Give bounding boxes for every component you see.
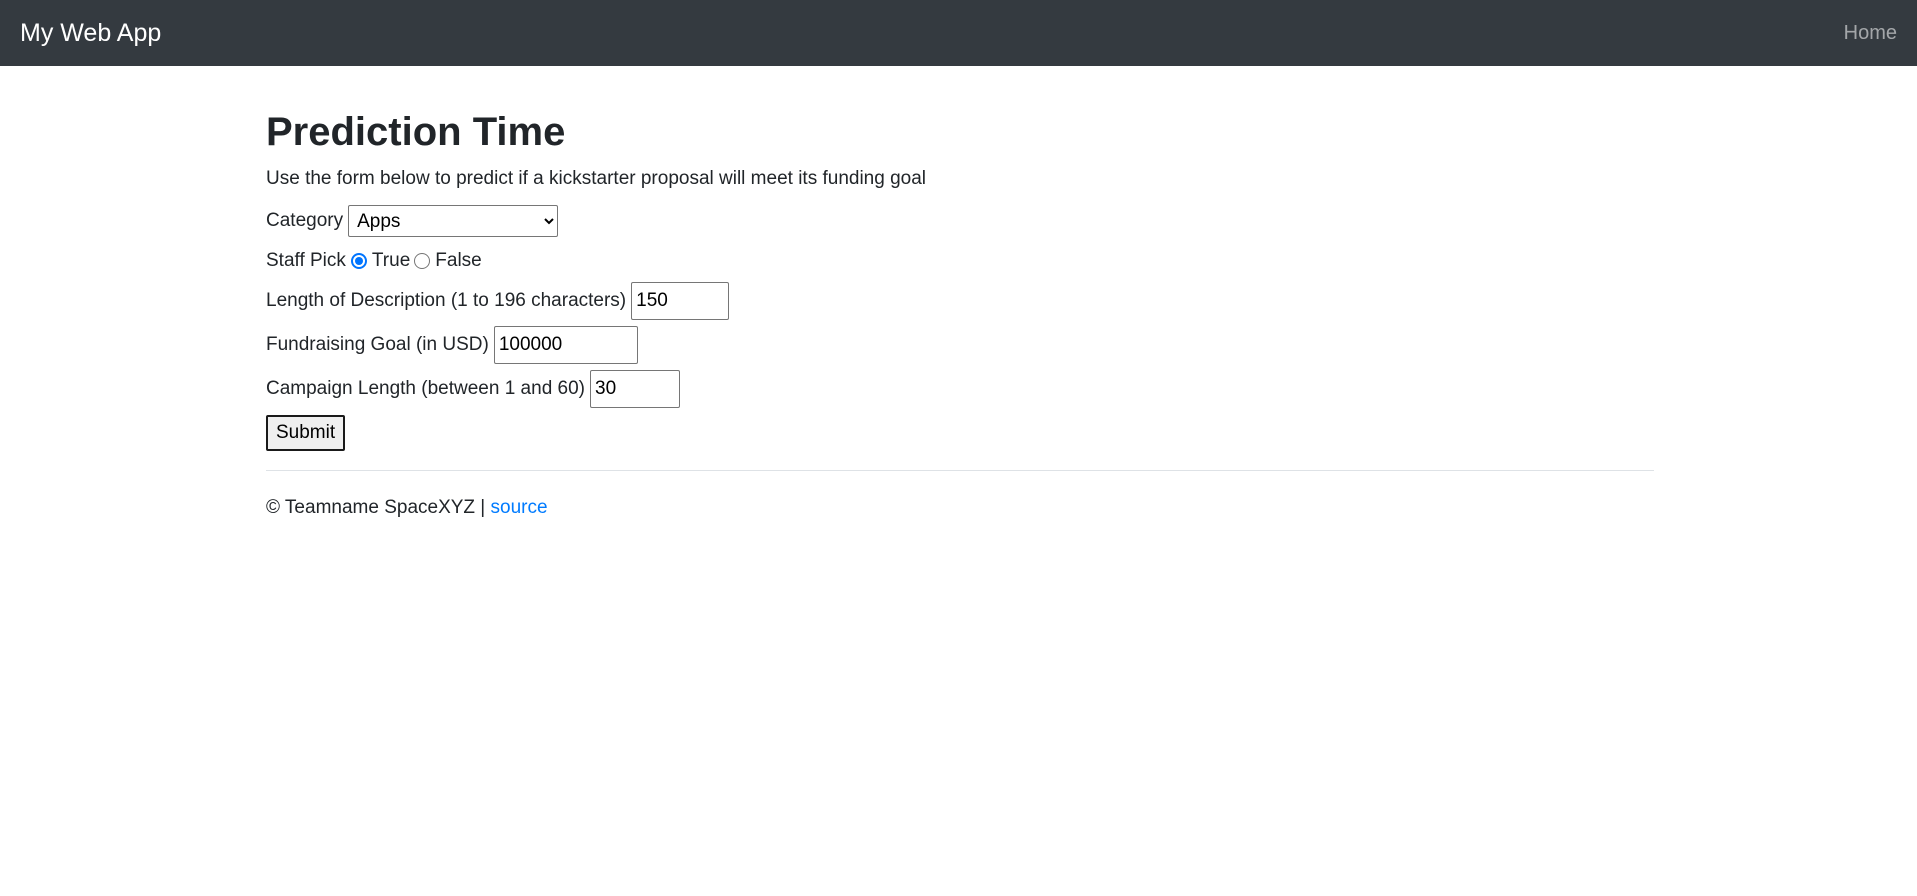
staff-pick-true-radio[interactable]: [350, 253, 367, 269]
description-length-input[interactable]: [631, 282, 730, 320]
category-label: Category: [266, 210, 344, 231]
fundraising-goal-label: Fundraising Goal (in USD): [266, 334, 489, 355]
submit-row: Submit: [266, 415, 1654, 451]
description-length-row: Length of Description (1 to 196 characte…: [266, 282, 1654, 320]
page-title: Prediction Time: [266, 110, 566, 154]
staff-pick-row: Staff Pick True False: [266, 248, 1654, 274]
staff-pick-true-option[interactable]: True: [350, 248, 411, 274]
category-row: Category Apps: [266, 204, 1654, 238]
fundraising-goal-row: Fundraising Goal (in USD): [266, 326, 1654, 364]
staff-pick-label: Staff Pick: [266, 250, 346, 271]
nav-link-home[interactable]: Home: [1844, 22, 1897, 45]
staff-pick-false-radio[interactable]: [414, 253, 431, 269]
staff-pick-false-label: False: [435, 250, 482, 271]
prediction-form: Category Apps Staff Pick True False Leng…: [266, 204, 1654, 451]
footer-source-link[interactable]: source: [491, 497, 548, 518]
campaign-length-label: Campaign Length (between 1 and 60): [266, 378, 586, 399]
campaign-length-row: Campaign Length (between 1 and 60): [266, 370, 1654, 408]
staff-pick-true-label: True: [371, 250, 411, 271]
campaign-length-input[interactable]: [590, 370, 681, 408]
navbar: My Web App Home: [0, 0, 1917, 66]
fundraising-goal-input[interactable]: [493, 326, 638, 364]
footer-copyright: © Teamname SpaceXYZ |: [266, 497, 486, 518]
footer-divider: [266, 470, 1654, 471]
submit-button[interactable]: Submit: [266, 415, 346, 451]
staff-pick-false-option[interactable]: False: [414, 248, 482, 274]
footer: © Teamname SpaceXYZ | source: [266, 495, 1654, 521]
navbar-brand[interactable]: My Web App: [20, 19, 161, 48]
category-select[interactable]: Apps: [348, 205, 559, 237]
page-lead: Use the form below to predict if a kicks…: [266, 168, 927, 189]
description-length-label: Length of Description (1 to 196 characte…: [266, 290, 627, 311]
main-container: Prediction Time Use the form below to pr…: [266, 66, 1654, 521]
